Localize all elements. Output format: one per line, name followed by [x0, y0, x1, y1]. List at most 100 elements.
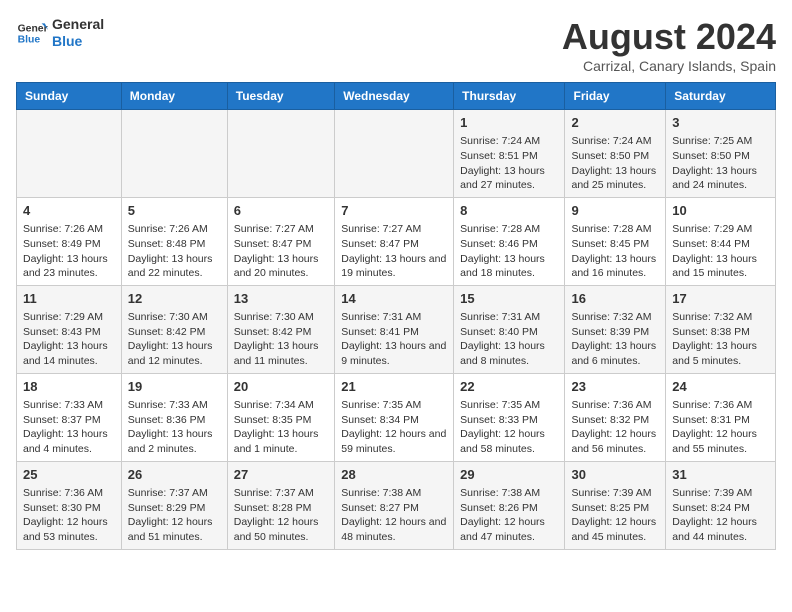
calendar-table: SundayMondayTuesdayWednesdayThursdayFrid…	[16, 82, 776, 550]
page-header: General Blue General Blue August 2024 Ca…	[16, 16, 776, 74]
day-info: Sunrise: 7:36 AMSunset: 8:30 PMDaylight:…	[23, 486, 115, 545]
calendar-cell: 4 Sunrise: 7:26 AMSunset: 8:49 PMDaylight…	[17, 197, 122, 285]
calendar-cell: 27Sunrise: 7:37 AMSunset: 8:28 PMDayligh…	[227, 461, 334, 549]
header-wednesday: Wednesday	[335, 83, 454, 110]
calendar-cell: 25 Sunrise: 7:36 AMSunset: 8:30 PMDayligh…	[17, 461, 122, 549]
calendar-cell: 16 Sunrise: 7:32 AMSunset: 8:39 PMDayligh…	[565, 285, 666, 373]
svg-text:Blue: Blue	[18, 34, 41, 45]
day-number: 4	[23, 202, 115, 220]
calendar-header-row: SundayMondayTuesdayWednesdayThursdayFrid…	[17, 83, 776, 110]
day-info: Sunrise: 7:27 AMSunset: 8:47 PMDaylight:…	[234, 222, 328, 281]
day-info: Sunrise: 7:28 AMSunset: 8:45 PMDaylight:…	[571, 222, 659, 281]
day-number: 7	[341, 202, 447, 220]
calendar-cell: 31 Sunrise: 7:39 AMSunset: 8:24 PMDayligh…	[666, 461, 776, 549]
day-info: Sunrise: 7:27 AMSunset: 8:47 PMDaylight:…	[341, 222, 447, 281]
day-number: 27	[234, 466, 328, 484]
calendar-cell	[121, 110, 227, 198]
day-number: 18	[23, 378, 115, 396]
day-number: 2	[571, 114, 659, 132]
logo-general: General	[52, 16, 104, 33]
day-info: Sunrise: 7:32 AMSunset: 8:39 PMDaylight:…	[571, 310, 659, 369]
header-sunday: Sunday	[17, 83, 122, 110]
calendar-cell: 11 Sunrise: 7:29 AMSunset: 8:43 PMDayligh…	[17, 285, 122, 373]
day-info: Sunrise: 7:34 AMSunset: 8:35 PMDaylight:…	[234, 398, 328, 457]
day-number: 26	[128, 466, 221, 484]
day-number: 22	[460, 378, 558, 396]
day-number: 30	[571, 466, 659, 484]
calendar-week-row: 4 Sunrise: 7:26 AMSunset: 8:49 PMDaylight…	[17, 197, 776, 285]
day-number: 28	[341, 466, 447, 484]
day-info: Sunrise: 7:26 AMSunset: 8:48 PMDaylight:…	[128, 222, 221, 281]
calendar-cell: 5 Sunrise: 7:26 AMSunset: 8:48 PMDaylight…	[121, 197, 227, 285]
day-number: 29	[460, 466, 558, 484]
day-number: 12	[128, 290, 221, 308]
logo-icon: General Blue	[16, 17, 48, 49]
day-info: Sunrise: 7:24 AMSunset: 8:51 PMDaylight:…	[460, 134, 558, 193]
calendar-cell: 6 Sunrise: 7:27 AMSunset: 8:47 PMDaylight…	[227, 197, 334, 285]
day-info: Sunrise: 7:25 AMSunset: 8:50 PMDaylight:…	[672, 134, 769, 193]
day-number: 31	[672, 466, 769, 484]
header-thursday: Thursday	[454, 83, 565, 110]
day-number: 6	[234, 202, 328, 220]
calendar-cell: 15Sunrise: 7:31 AMSunset: 8:40 PMDayligh…	[454, 285, 565, 373]
day-info: Sunrise: 7:26 AMSunset: 8:49 PMDaylight:…	[23, 222, 115, 281]
title-block: August 2024 Carrizal, Canary Islands, Sp…	[562, 16, 776, 74]
header-tuesday: Tuesday	[227, 83, 334, 110]
logo: General Blue General Blue	[16, 16, 104, 50]
day-info: Sunrise: 7:24 AMSunset: 8:50 PMDaylight:…	[571, 134, 659, 193]
day-number: 5	[128, 202, 221, 220]
calendar-cell: 7 Sunrise: 7:27 AMSunset: 8:47 PMDaylight…	[335, 197, 454, 285]
day-info: Sunrise: 7:36 AMSunset: 8:31 PMDaylight:…	[672, 398, 769, 457]
page-subtitle: Carrizal, Canary Islands, Spain	[562, 58, 776, 74]
day-info: Sunrise: 7:33 AMSunset: 8:37 PMDaylight:…	[23, 398, 115, 457]
calendar-cell: 17 Sunrise: 7:32 AMSunset: 8:38 PMDayligh…	[666, 285, 776, 373]
day-number: 1	[460, 114, 558, 132]
day-info: Sunrise: 7:31 AMSunset: 8:41 PMDaylight:…	[341, 310, 447, 369]
day-number: 8	[460, 202, 558, 220]
calendar-cell: 10Sunrise: 7:29 AMSunset: 8:44 PMDayligh…	[666, 197, 776, 285]
day-number: 11	[23, 290, 115, 308]
day-number: 19	[128, 378, 221, 396]
calendar-week-row: 11 Sunrise: 7:29 AMSunset: 8:43 PMDayligh…	[17, 285, 776, 373]
day-info: Sunrise: 7:39 AMSunset: 8:25 PMDaylight:…	[571, 486, 659, 545]
calendar-cell: 19 Sunrise: 7:33 AMSunset: 8:36 PMDayligh…	[121, 373, 227, 461]
day-info: Sunrise: 7:29 AMSunset: 8:44 PMDaylight:…	[672, 222, 769, 281]
calendar-cell: 30 Sunrise: 7:39 AMSunset: 8:25 PMDayligh…	[565, 461, 666, 549]
calendar-cell: 22Sunrise: 7:35 AMSunset: 8:33 PMDayligh…	[454, 373, 565, 461]
day-info: Sunrise: 7:32 AMSunset: 8:38 PMDaylight:…	[672, 310, 769, 369]
day-info: Sunrise: 7:33 AMSunset: 8:36 PMDaylight:…	[128, 398, 221, 457]
calendar-cell	[335, 110, 454, 198]
day-number: 17	[672, 290, 769, 308]
header-friday: Friday	[565, 83, 666, 110]
day-info: Sunrise: 7:36 AMSunset: 8:32 PMDaylight:…	[571, 398, 659, 457]
calendar-cell: 8Sunrise: 7:28 AMSunset: 8:46 PMDaylight…	[454, 197, 565, 285]
calendar-cell: 18 Sunrise: 7:33 AMSunset: 8:37 PMDayligh…	[17, 373, 122, 461]
day-info: Sunrise: 7:39 AMSunset: 8:24 PMDaylight:…	[672, 486, 769, 545]
day-info: Sunrise: 7:30 AMSunset: 8:42 PMDaylight:…	[128, 310, 221, 369]
header-monday: Monday	[121, 83, 227, 110]
day-info: Sunrise: 7:29 AMSunset: 8:43 PMDaylight:…	[23, 310, 115, 369]
calendar-cell: 29Sunrise: 7:38 AMSunset: 8:26 PMDayligh…	[454, 461, 565, 549]
day-info: Sunrise: 7:37 AMSunset: 8:29 PMDaylight:…	[128, 486, 221, 545]
calendar-cell: 2 Sunrise: 7:24 AMSunset: 8:50 PMDaylight…	[565, 110, 666, 198]
day-number: 16	[571, 290, 659, 308]
day-number: 3	[672, 114, 769, 132]
calendar-cell	[227, 110, 334, 198]
calendar-cell	[17, 110, 122, 198]
day-info: Sunrise: 7:31 AMSunset: 8:40 PMDaylight:…	[460, 310, 558, 369]
calendar-week-row: 25 Sunrise: 7:36 AMSunset: 8:30 PMDayligh…	[17, 461, 776, 549]
day-number: 13	[234, 290, 328, 308]
day-number: 25	[23, 466, 115, 484]
calendar-week-row: 1 Sunrise: 7:24 AMSunset: 8:51 PMDaylight…	[17, 110, 776, 198]
calendar-cell: 28Sunrise: 7:38 AMSunset: 8:27 PMDayligh…	[335, 461, 454, 549]
calendar-cell: 21Sunrise: 7:35 AMSunset: 8:34 PMDayligh…	[335, 373, 454, 461]
page-title: August 2024	[562, 16, 776, 58]
calendar-cell: 14Sunrise: 7:31 AMSunset: 8:41 PMDayligh…	[335, 285, 454, 373]
day-number: 24	[672, 378, 769, 396]
calendar-cell: 1 Sunrise: 7:24 AMSunset: 8:51 PMDaylight…	[454, 110, 565, 198]
calendar-cell: 12 Sunrise: 7:30 AMSunset: 8:42 PMDayligh…	[121, 285, 227, 373]
day-info: Sunrise: 7:35 AMSunset: 8:34 PMDaylight:…	[341, 398, 447, 457]
calendar-cell: 13Sunrise: 7:30 AMSunset: 8:42 PMDayligh…	[227, 285, 334, 373]
header-saturday: Saturday	[666, 83, 776, 110]
calendar-cell: 26 Sunrise: 7:37 AMSunset: 8:29 PMDayligh…	[121, 461, 227, 549]
